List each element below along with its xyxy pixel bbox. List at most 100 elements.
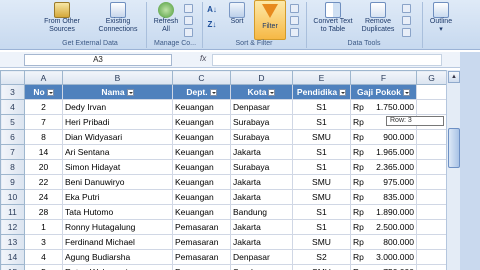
header-kota[interactable]: Kota — [230, 84, 293, 100]
cell-gaji[interactable]: Rp 2.500.000 — [350, 219, 417, 235]
what-if-icon[interactable] — [402, 28, 411, 37]
cell-dept[interactable]: Pemasaran — [172, 234, 231, 250]
cell-nama[interactable]: Beni Danuwiryo — [62, 174, 173, 190]
filter-dropdown-icon[interactable] — [402, 89, 410, 97]
data-validation-icon[interactable] — [402, 4, 411, 13]
cell-dept[interactable]: Pemasaran — [172, 264, 231, 270]
cell-kota[interactable]: Surabaya — [230, 114, 293, 130]
cell-pendidikan[interactable]: S1 — [292, 219, 351, 235]
cell-pendidikan[interactable]: S1 — [292, 204, 351, 220]
select-all-corner[interactable] — [0, 70, 25, 85]
filter-dropdown-icon[interactable] — [209, 89, 217, 97]
cell-kota[interactable]: Bandung — [230, 204, 293, 220]
sort-button[interactable]: Sort — [224, 2, 250, 26]
cell-no[interactable]: 2 — [24, 99, 63, 115]
cell-dept[interactable]: Keuangan — [172, 189, 231, 205]
outline-button[interactable]: Outline ▾ — [426, 2, 456, 34]
cell-dept[interactable]: Keuangan — [172, 174, 231, 190]
cell-pendidikan[interactable]: S1 — [292, 144, 351, 160]
empty-cell[interactable] — [416, 129, 447, 145]
column-header-c[interactable]: C — [172, 70, 231, 85]
cell-kota[interactable]: Jakarta — [230, 219, 293, 235]
empty-cell[interactable] — [416, 234, 447, 250]
cell-pendidikan[interactable]: S2 — [292, 249, 351, 265]
from-other-sources-button[interactable]: From Other Sources — [40, 2, 84, 34]
cell-kota[interactable]: Surabaya — [230, 129, 293, 145]
filter-button[interactable]: Filter — [254, 0, 286, 40]
cell-gaji[interactable]: Rp 1.890.000 — [350, 204, 417, 220]
cell-pendidikan[interactable]: SMU — [292, 174, 351, 190]
row-header[interactable]: 12 — [0, 219, 25, 235]
cell-dept[interactable]: Keuangan — [172, 99, 231, 115]
cell-gaji[interactable]: Rp 975.000 — [350, 174, 417, 190]
column-header-a[interactable]: A — [24, 70, 63, 85]
cell-no[interactable]: 4 — [24, 249, 63, 265]
cell-nama[interactable]: Ronny Hutagalung — [62, 219, 173, 235]
cell-gaji[interactable]: Rp 2.365.000 — [350, 159, 417, 175]
connections-small-icon[interactable] — [184, 4, 193, 13]
header-gaji[interactable]: Gaji Pokok — [350, 84, 417, 100]
cell-no[interactable]: 8 — [24, 129, 63, 145]
cell-gaji[interactable]: Rp 800.000 — [350, 234, 417, 250]
cell-kota[interactable]: Jakarta — [230, 234, 293, 250]
cell-kota[interactable]: Surabaya — [230, 159, 293, 175]
cell-dept[interactable]: Keuangan — [172, 204, 231, 220]
empty-cell[interactable] — [416, 189, 447, 205]
cell-no[interactable]: 3 — [24, 234, 63, 250]
cell-dept[interactable]: Keuangan — [172, 129, 231, 145]
scroll-thumb[interactable] — [448, 128, 460, 168]
column-header-e[interactable]: E — [292, 70, 351, 85]
column-header-d[interactable]: D — [230, 70, 293, 85]
cell-nama[interactable]: Ratna Wulansari — [62, 264, 173, 270]
cell-nama[interactable]: Agung Budiarsha — [62, 249, 173, 265]
scroll-up-arrow-icon[interactable]: ▲ — [448, 71, 460, 83]
cell-nama[interactable]: Dedy Irvan — [62, 99, 173, 115]
cell-nama[interactable]: Heri Pribadi — [62, 114, 173, 130]
cell-pendidikan[interactable]: SMU — [292, 264, 351, 270]
cell-kota[interactable]: Denpasar — [230, 249, 293, 265]
header-dept[interactable]: Dept. — [172, 84, 231, 100]
cell-nama[interactable]: Tata Hutomo — [62, 204, 173, 220]
sort-za-icon[interactable]: Z↓ — [206, 18, 218, 30]
row-header[interactable]: 8 — [0, 159, 25, 175]
empty-cell[interactable] — [416, 204, 447, 220]
cell-no[interactable]: 14 — [24, 144, 63, 160]
filter-dropdown-icon[interactable] — [339, 89, 347, 97]
reapply-filter-icon[interactable] — [290, 16, 299, 25]
row-header[interactable]: 10 — [0, 189, 25, 205]
cell-nama[interactable]: Dian Widyasari — [62, 129, 173, 145]
properties-small-icon[interactable] — [184, 16, 193, 25]
existing-connections-button[interactable]: Existing Connections — [94, 2, 142, 34]
cell-pendidikan[interactable]: S1 — [292, 99, 351, 115]
empty-cell[interactable] — [416, 84, 447, 100]
cell-no[interactable]: 7 — [24, 114, 63, 130]
cell-gaji[interactable]: Rp 3.000.000 — [350, 249, 417, 265]
cell-no[interactable]: 24 — [24, 189, 63, 205]
filter-dropdown-icon[interactable] — [126, 89, 134, 97]
cell-dept[interactable]: Pemasaran — [172, 219, 231, 235]
cell-gaji[interactable]: Rp 1.965.000 — [350, 144, 417, 160]
cell-no[interactable]: 28 — [24, 204, 63, 220]
remove-duplicates-button[interactable]: Remove Duplicates — [358, 2, 398, 34]
cell-nama[interactable]: Simon Hidayat — [62, 159, 173, 175]
header-no[interactable]: No — [24, 84, 63, 100]
clear-filter-icon[interactable] — [290, 4, 299, 13]
cell-dept[interactable]: Pemasaran — [172, 249, 231, 265]
cell-kota[interactable]: Surabaya — [230, 264, 293, 270]
cell-pendidikan[interactable]: S1 — [292, 114, 351, 130]
column-header-f[interactable]: F — [350, 70, 417, 85]
cell-dept[interactable]: Keuangan — [172, 159, 231, 175]
row-header[interactable]: 3 — [0, 84, 25, 100]
cell-gaji[interactable]: Rp 1.750.000 — [350, 99, 417, 115]
row-header[interactable]: 11 — [0, 204, 25, 220]
cell-pendidikan[interactable]: SMU — [292, 129, 351, 145]
row-header[interactable]: 7 — [0, 144, 25, 160]
cell-no[interactable]: 1 — [24, 219, 63, 235]
header-pendidikan[interactable]: Pendidika — [292, 84, 351, 100]
cell-nama[interactable]: Ferdinand Michael — [62, 234, 173, 250]
empty-cell[interactable] — [416, 249, 447, 265]
cell-dept[interactable]: Keuangan — [172, 144, 231, 160]
cell-nama[interactable]: Eka Putri — [62, 189, 173, 205]
cell-gaji[interactable]: Rp750.000 — [350, 264, 417, 270]
refresh-all-button[interactable]: Refresh All — [150, 2, 182, 34]
